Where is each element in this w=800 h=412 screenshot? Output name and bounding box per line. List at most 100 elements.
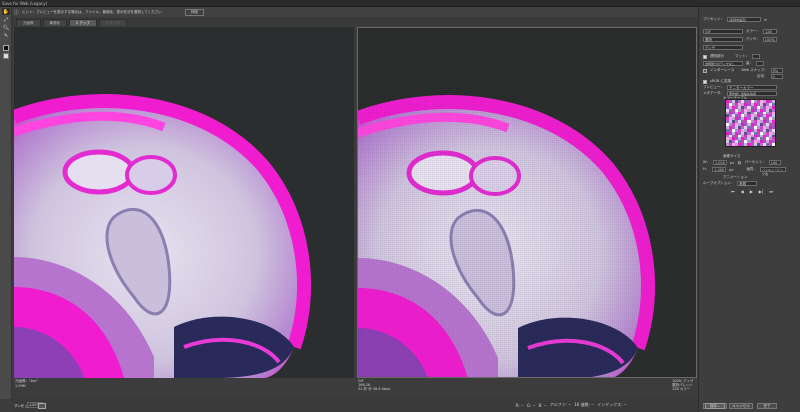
reduction-select[interactable]: 選択 [703, 37, 743, 42]
preview-mode-select[interactable]: モニターカラー [727, 85, 777, 90]
animation-controls: ⏮ ◀ ▶ ▶| ⏭ [731, 189, 773, 194]
dither-algorithm-select[interactable]: ディザ [703, 45, 743, 50]
lossy-input[interactable]: 0 [770, 74, 783, 79]
tab-4up[interactable]: 4 アップ [98, 19, 127, 26]
title-bar: Save for Web (Legacy) [0, 0, 800, 7]
done-button[interactable]: 完了 [757, 403, 777, 409]
g-readout: G: -- [526, 402, 536, 408]
settings-panel: プリセット： [名称未設定] ≡ GIF カラー： 128 選択 ディザ： 10… [698, 7, 800, 412]
height-label: H： [703, 167, 710, 171]
next-frame-icon[interactable]: ▶| [759, 189, 763, 194]
height-input[interactable]: 1,000 [712, 167, 727, 172]
web-snap-input[interactable]: 0% [770, 68, 783, 73]
zoom-tool-icon[interactable]: 🔍︎ [2, 24, 10, 31]
tool-strip: ✋ ⤢ 🔍︎ ✎ [0, 7, 12, 399]
quality-select[interactable]: バイキュービック法 [759, 167, 786, 176]
index-readout: インデックス: -- [597, 402, 627, 407]
b-readout: B: -- [538, 402, 547, 408]
width-row: W： 1,000 px ⛓ パーセント： 100 [703, 160, 781, 165]
tab-optimized[interactable]: 最適化 [42, 19, 67, 26]
first-frame-icon[interactable]: ⏮ [731, 189, 735, 194]
convert-srgb-label: sRGB に変換 [710, 79, 731, 83]
optimized-colors-label: 128 カラー [672, 387, 691, 391]
transparency-dither-row: 透明部分のディザなし 量： [703, 61, 764, 66]
tab-2up[interactable]: 2 アップ [69, 19, 97, 26]
bubble-image-original [14, 27, 354, 378]
height-unit: px [729, 167, 734, 172]
height-row: H： 1,000 px 画質： バイキュービック法 [703, 167, 786, 176]
image-size-label: 画像サイズ [723, 154, 741, 158]
colors-label: カラー： [746, 29, 760, 33]
format-row: GIF カラー： 128 [703, 29, 777, 34]
toggle-slice-visibility-icon[interactable] [3, 53, 9, 59]
color-table-swatch[interactable] [771, 143, 775, 146]
percent-label: パーセント： [744, 160, 766, 164]
loop-select[interactable]: 無限 [737, 181, 758, 186]
preset-menu-icon[interactable]: ≡ [764, 18, 767, 22]
window-title: Save for Web (Legacy) [2, 1, 48, 6]
original-preview[interactable] [14, 27, 354, 378]
lossy-row: 劣化： 0 [757, 74, 783, 79]
convert-srgb-checkbox[interactable] [703, 79, 707, 84]
hex-readout: 16 進数: -- [574, 402, 595, 407]
tab-original[interactable]: 元画像 [16, 19, 41, 26]
info-text: ヒント：プレビューを表示する場合は、ファイル、最適化、表示形式を選択してください [22, 9, 162, 14]
alpha-readout: アルファ: -- [549, 402, 572, 407]
dither-label: ディザ： [746, 37, 760, 41]
view-tabs: 元画像 最適化 2 アップ 4 アップ [12, 17, 698, 26]
preset-label: プリセット： [703, 17, 724, 21]
preview-button[interactable]: プレビュー [14, 404, 32, 409]
width-unit: px [729, 160, 735, 165]
colors-input[interactable]: 128 [763, 29, 777, 34]
status-bar: − + 100% R: -- G: -- B: -- アルファ: -- 16 進… [12, 398, 698, 412]
preset-select[interactable]: [名称未設定] [727, 17, 761, 22]
animation-label: アニメーション [723, 175, 748, 179]
info-icon: ⓘ [14, 9, 20, 16]
web-snap-label: Web スナップ： [741, 68, 768, 72]
link-icon[interactable]: ⛓ [737, 161, 741, 165]
reduction-row: 選択 ディザ： 100% [703, 37, 777, 42]
prev-frame-icon[interactable]: ◀ [741, 189, 744, 194]
lossy-label: 劣化： [757, 74, 768, 78]
transparency-dither-select[interactable]: 透明部分のディザなし [703, 61, 743, 66]
metadata-label: メタデータ： [703, 91, 724, 95]
cancel-button[interactable]: キャンセル [729, 403, 753, 409]
transparency-checkbox[interactable] [703, 54, 707, 59]
interlace-label: インターレース [710, 68, 735, 72]
width-input[interactable]: 1,000 [712, 160, 727, 165]
original-size-label: 1.99M [15, 384, 26, 388]
info-bar: ⓘ ヒント：プレビューを表示する場合は、ファイル、最適化、表示形式を選択してくだ… [12, 7, 698, 17]
loop-row: ループオプション： 無限 [703, 181, 758, 186]
save-button[interactable]: 保存... [705, 403, 725, 409]
loop-label: ループオプション： [703, 181, 735, 185]
format-select[interactable]: GIF [703, 29, 743, 34]
transparency-label: 透明部分 [710, 54, 724, 58]
hand-tool-icon[interactable]: ✋ [2, 8, 10, 15]
transparency-row: 透明部分 マット： [703, 54, 760, 59]
matte-select[interactable] [752, 54, 760, 59]
percent-input[interactable]: 100 [768, 160, 781, 165]
matte-label: マット： [735, 54, 749, 58]
color-table-grid[interactable] [725, 99, 776, 147]
width-label: W： [703, 160, 710, 164]
amount-label: 量： [746, 61, 753, 65]
interlace-checkbox[interactable] [703, 68, 707, 73]
optimized-preview[interactable] [357, 27, 697, 378]
srgb-row: sRGB に変換 [703, 79, 731, 84]
play-icon[interactable]: ▶ [750, 189, 753, 194]
preset-row: プリセット： [名称未設定] ≡ [703, 17, 767, 22]
browser-preview-icon[interactable] [38, 403, 46, 409]
quality-label: 画質： [746, 167, 757, 171]
eyedropper-tool-icon[interactable]: ✎ [2, 32, 10, 39]
preview-mode-row: プレビュー： モニターカラー [703, 85, 777, 90]
dither-input[interactable]: 100% [762, 37, 777, 42]
amount-input[interactable] [756, 61, 764, 66]
r-readout: R: -- [515, 402, 524, 408]
bubble-image-optimized [358, 28, 696, 377]
slice-select-tool-icon[interactable]: ⤢ [2, 16, 10, 23]
details-button[interactable]: 詳細 [184, 8, 204, 16]
interlace-row: インターレース Web スナップ： 0% [703, 68, 783, 73]
dither-algo-row: ディザ [703, 45, 743, 50]
eyedropper-color-swatch[interactable] [3, 45, 9, 51]
last-frame-icon[interactable]: ⏭ [769, 189, 773, 194]
